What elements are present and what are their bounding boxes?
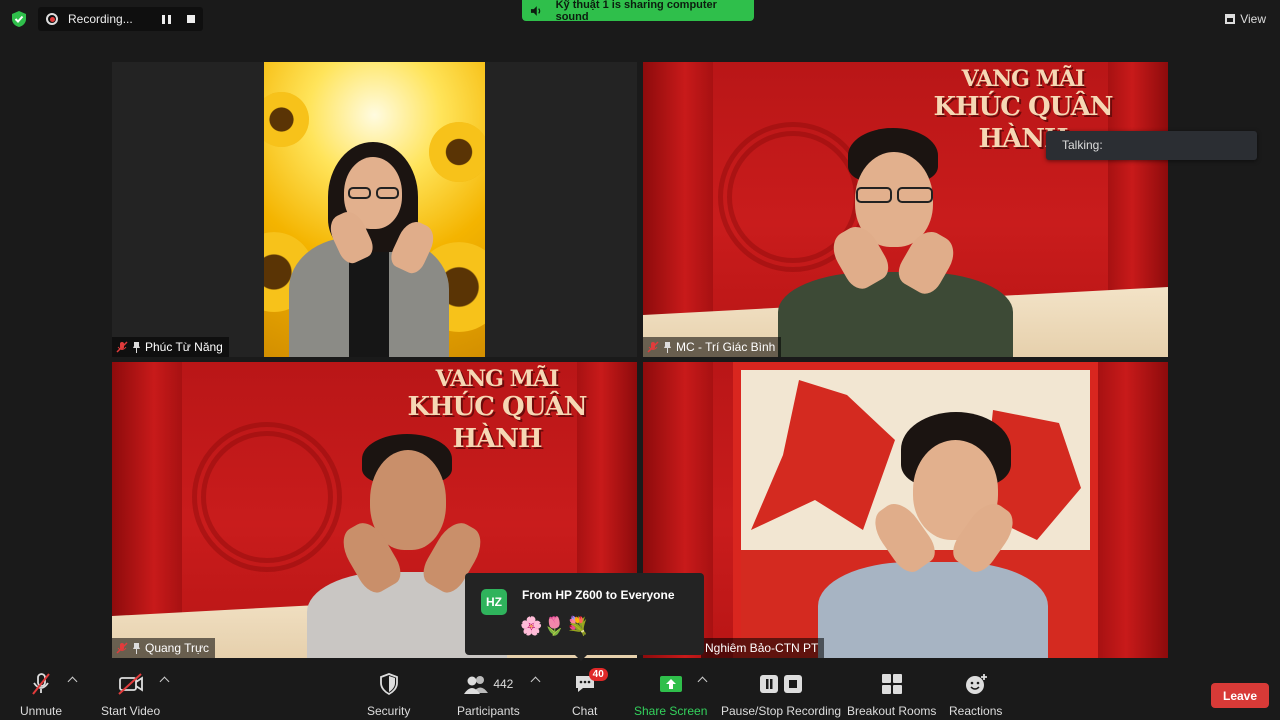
participant-name: MC - Trí Giác Bình <box>676 340 776 354</box>
chat-button[interactable]: 40 Chat <box>572 668 608 718</box>
sharing-sound-banner[interactable]: Kỹ thuật 1 is sharing computer sound <box>522 0 754 23</box>
zoom-meeting-window: Recording... Kỹ thuật 1 is sharing compu… <box>0 0 1280 720</box>
talking-indicator: Talking: <box>1046 131 1257 160</box>
pin-icon <box>133 643 140 654</box>
leave-button[interactable]: Leave <box>1211 683 1269 708</box>
video-tile[interactable]: Nghiêm Bảo-CTN PT <box>643 362 1168 658</box>
recording-label: Recording... <box>68 12 133 26</box>
chat-unread-badge: 40 <box>588 668 608 681</box>
mic-muted-icon <box>647 341 659 353</box>
shield-icon <box>379 673 398 695</box>
breakout-rooms-label: Breakout Rooms <box>847 704 937 718</box>
participant-name: Quang Trực <box>145 641 210 655</box>
pin-icon <box>664 342 671 353</box>
pause-stop-recording-button[interactable]: Pause/Stop Recording <box>721 672 841 718</box>
video-options-caret[interactable] <box>159 676 170 687</box>
speaker-icon <box>530 5 541 16</box>
reactions-button[interactable]: Reactions <box>949 672 1002 718</box>
chat-label: Chat <box>572 704 598 718</box>
sunflower-image <box>264 92 309 147</box>
share-screen-icon <box>659 676 682 692</box>
share-screen-label: Share Screen <box>634 704 708 718</box>
pause-stop-recording-label: Pause/Stop Recording <box>721 704 842 718</box>
chat-notification-popup[interactable]: HZ From HP Z600 to Everyone 🌸🌷💐 <box>465 573 704 661</box>
participant-name: Phúc Từ Năng <box>145 340 223 354</box>
reactions-icon <box>965 674 987 694</box>
pin-icon <box>133 342 140 353</box>
unmute-label: Unmute <box>20 704 63 718</box>
sharing-sound-text: Kỹ thuật 1 is sharing computer sound <box>555 0 717 23</box>
video-off-icon <box>117 673 143 695</box>
view-label: View <box>1240 12 1266 26</box>
talking-label: Talking: <box>1062 138 1103 152</box>
view-grid-icon <box>1225 14 1236 24</box>
participant-name-tag: Nghiêm Bảo-CTN PT <box>701 638 825 658</box>
sunflower-image <box>429 122 485 182</box>
breakout-rooms-icon <box>881 674 902 694</box>
share-screen-button[interactable]: Share Screen <box>634 672 707 718</box>
pause-recording-icon[interactable] <box>162 14 171 24</box>
stop-recording-icon[interactable] <box>187 15 195 23</box>
emblem-watermark <box>192 422 342 572</box>
security-label: Security <box>367 704 411 718</box>
participant-video <box>264 62 485 357</box>
participant-name-tag: MC - Trí Giác Bình <box>643 337 782 357</box>
meeting-toolbar: Unmute Start Video Security 442 Particip… <box>0 664 1280 720</box>
participant-name-tag: Quang Trực <box>112 638 216 658</box>
recording-indicator: Recording... <box>38 7 203 31</box>
reactions-label: Reactions <box>949 704 1003 718</box>
chat-message: 🌸🌷💐 <box>520 616 591 636</box>
participant-name-tag: Phúc Từ Năng <box>112 337 229 357</box>
curtain-right <box>1098 362 1168 658</box>
start-video-label: Start Video <box>101 704 161 718</box>
mic-muted-icon <box>116 341 128 353</box>
participant-name: Nghiêm Bảo-CTN PT <box>705 641 819 655</box>
video-tile[interactable]: VANG MÃI KHÚC QUÂN HÀNH MC - Trí Giác Bì… <box>643 62 1168 357</box>
pause-stop-icon <box>760 675 803 693</box>
breakout-rooms-button[interactable]: Breakout Rooms <box>847 672 936 718</box>
mic-muted-icon <box>32 673 50 695</box>
unmute-button[interactable]: Unmute <box>20 672 62 718</box>
record-dot-icon <box>46 13 58 25</box>
audio-options-caret[interactable] <box>67 676 78 687</box>
mic-muted-icon <box>116 642 128 654</box>
chat-sender-line: From HP Z600 to Everyone <box>522 588 675 602</box>
security-button[interactable]: Security <box>367 672 410 718</box>
participants-options-caret[interactable] <box>530 676 541 687</box>
participants-button[interactable]: 442 Participants <box>457 672 520 718</box>
video-tile[interactable]: Phúc Từ Năng <box>112 62 637 357</box>
participants-label: Participants <box>457 704 520 718</box>
participants-icon <box>464 676 489 694</box>
start-video-button[interactable]: Start Video <box>101 672 160 718</box>
participants-count: 442 <box>493 677 514 691</box>
view-button[interactable]: View <box>1225 9 1266 29</box>
sender-avatar: HZ <box>481 589 507 615</box>
shield-check-icon[interactable] <box>10 10 28 28</box>
